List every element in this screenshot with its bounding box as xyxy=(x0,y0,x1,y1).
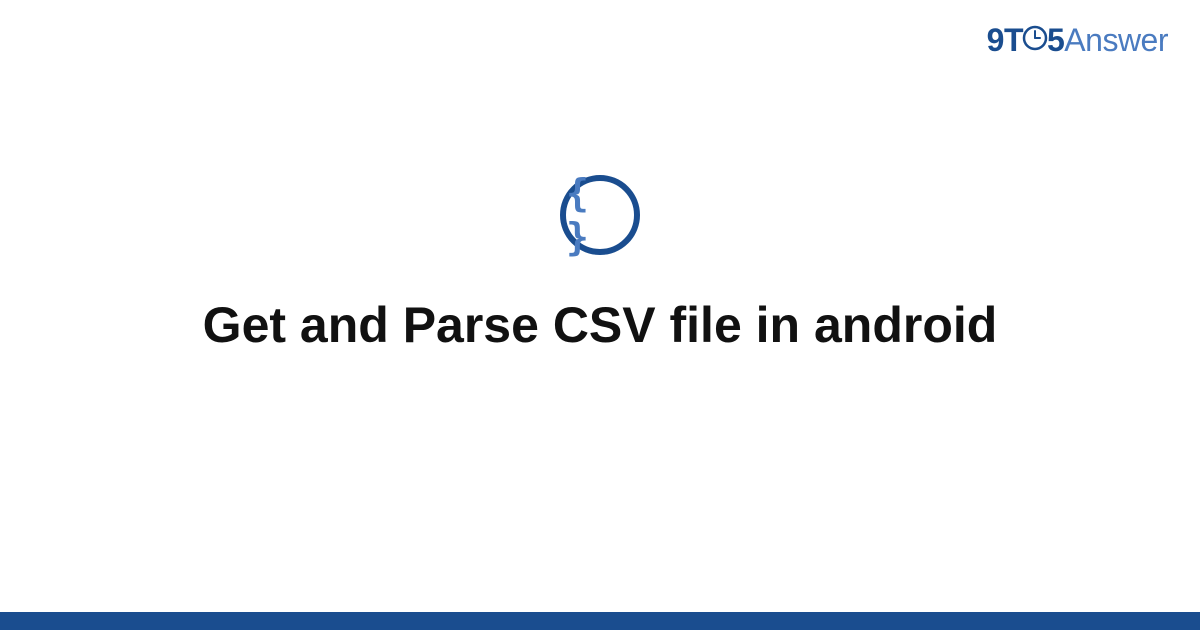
footer-accent-bar xyxy=(0,612,1200,630)
main-content: { } Get and Parse CSV file in android xyxy=(0,0,1200,630)
category-icon-circle: { } xyxy=(560,175,640,255)
code-braces-icon: { } xyxy=(566,171,634,259)
page-title: Get and Parse CSV file in android xyxy=(163,295,1038,355)
